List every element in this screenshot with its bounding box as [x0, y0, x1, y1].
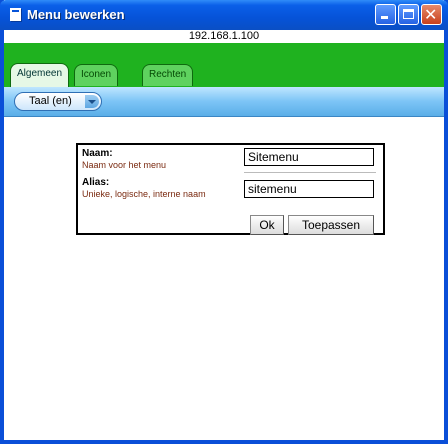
menu-edit-window: Menu bewerken ✕ 192.168.1.100 Algemeen I… [0, 0, 448, 444]
chevron-down-icon[interactable] [85, 95, 99, 108]
maximize-button[interactable] [398, 4, 419, 25]
maximize-icon [403, 9, 414, 19]
language-dropdown[interactable]: Taal (en) [14, 92, 102, 111]
name-hint: Naam voor het menu [82, 160, 167, 170]
minimize-button[interactable] [375, 4, 396, 25]
title-bar[interactable]: Menu bewerken ✕ [0, 0, 448, 30]
alias-hint: Unieke, logische, interne naam [82, 189, 206, 199]
address-text: 192.168.1.100 [4, 30, 444, 43]
name-label: Naam: [82, 148, 113, 159]
tab-iconen[interactable]: Iconen [74, 64, 119, 86]
menu-form: Naam: Naam voor het menu Alias: Unieke, … [76, 143, 385, 235]
apply-button[interactable]: Toepassen [288, 215, 374, 235]
alias-label: Alias: [82, 177, 110, 188]
minimize-icon [381, 16, 388, 19]
tab-rechten[interactable]: Rechten [142, 64, 194, 86]
tab-bar [4, 43, 444, 87]
divider [244, 172, 376, 173]
close-button[interactable]: ✕ [421, 4, 442, 25]
content-area: Naam: Naam voor het menu Alias: Unieke, … [4, 117, 444, 440]
ok-button[interactable]: Ok [250, 215, 284, 235]
language-label: Taal (en) [29, 95, 72, 107]
window-icon [10, 8, 21, 21]
close-icon: ✕ [424, 5, 438, 24]
alias-input[interactable] [244, 180, 374, 198]
tab-algemeen[interactable]: Algemeen [10, 63, 70, 87]
window-title: Menu bewerken [27, 7, 125, 22]
name-input[interactable] [244, 148, 374, 166]
toolbar: Taal (en) [4, 87, 444, 117]
